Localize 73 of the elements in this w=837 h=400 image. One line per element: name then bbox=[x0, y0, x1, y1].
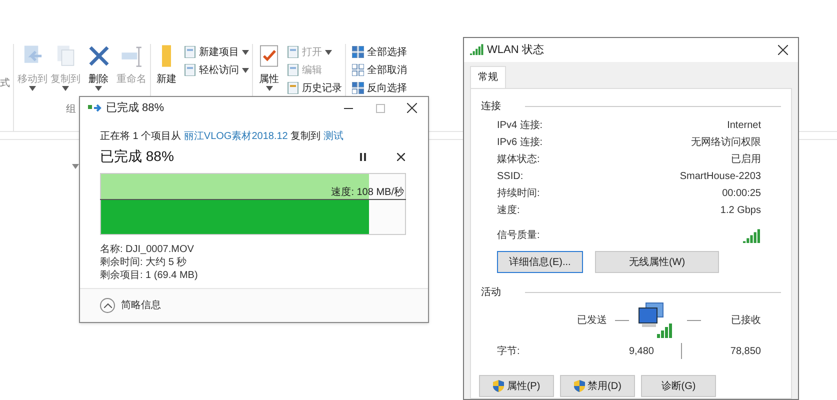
caret-icon bbox=[95, 86, 102, 91]
ribbon-button[interactable]: 属性 bbox=[256, 44, 282, 92]
property-value: 00:00:25 bbox=[722, 187, 761, 201]
ribbon-button[interactable]: 删除 bbox=[83, 44, 114, 92]
caret-icon bbox=[62, 86, 69, 91]
section-label: 连接 bbox=[481, 100, 501, 114]
source-link[interactable]: 丽江VLOG素材2018.12 bbox=[184, 131, 288, 142]
ribbon-button[interactable]: 新建 bbox=[154, 44, 179, 92]
ribbon-button[interactable]: 历史记录 bbox=[287, 80, 342, 96]
property-value: SmartHouse-2203 bbox=[680, 170, 761, 184]
detail-text: 剩余时间: 大约 5 秒 bbox=[100, 256, 188, 269]
property-label: SSID: bbox=[497, 170, 524, 184]
delete-icon bbox=[86, 44, 110, 68]
caret-icon bbox=[242, 68, 249, 72]
bytes-label: 字节: bbox=[497, 344, 521, 358]
select-none-icon bbox=[352, 64, 364, 76]
section-label: 活动 bbox=[481, 286, 501, 300]
detail-text: 名称: DJI_0007.MOV bbox=[100, 243, 195, 256]
close-icon bbox=[407, 103, 417, 113]
caret-icon bbox=[29, 86, 36, 91]
shield-icon bbox=[492, 380, 504, 392]
property-label: 持续时间: bbox=[497, 186, 540, 201]
copy-message: 正在将 1 个项目从 丽江VLOG素材2018.12 复制到 测试 bbox=[100, 130, 344, 144]
dialog-button[interactable]: 禁用(D) bbox=[560, 375, 635, 397]
wifi-signal-icon bbox=[470, 44, 484, 56]
sent-bytes: 9,480 bbox=[628, 344, 654, 358]
signal-icon bbox=[743, 228, 761, 243]
caret-icon bbox=[242, 50, 249, 54]
ribbon-button[interactable]: 反向选择 bbox=[352, 80, 407, 96]
fewer-details-label: 简略信息 bbox=[121, 298, 161, 313]
property-label: IPv6 连接: bbox=[497, 136, 543, 150]
detail-text: 剩余项目: 1 (69.4 MB) bbox=[100, 269, 199, 282]
close-icon bbox=[778, 45, 788, 55]
speed-label: 速度: 108 MB/秒 bbox=[331, 186, 404, 200]
property-label: 速度: bbox=[497, 204, 520, 218]
copy-icon bbox=[88, 103, 102, 113]
received-label: 已接收 bbox=[731, 314, 761, 328]
collapse-button[interactable] bbox=[100, 298, 115, 313]
folder-icon bbox=[162, 45, 171, 67]
property-label: 信号质量: bbox=[497, 228, 540, 243]
sent-label: 已发送 bbox=[577, 314, 607, 328]
ribbon-button[interactable]: 全部取消 bbox=[352, 62, 407, 78]
property-value: Internet bbox=[727, 119, 761, 133]
property-label: 媒体状态: bbox=[497, 152, 540, 167]
ribbon-button[interactable]: 全部选择 bbox=[352, 44, 407, 60]
chevron-up-icon bbox=[104, 303, 112, 308]
ribbon-button[interactable]: 新建项目 bbox=[184, 44, 249, 60]
select-all-icon bbox=[352, 46, 364, 58]
ribbon-label: 式 bbox=[0, 76, 11, 91]
dialog-button[interactable]: 无线属性(W) bbox=[595, 251, 719, 273]
dialog-button[interactable]: 诊断(G) bbox=[641, 375, 716, 397]
progress-heading: 已完成 88% bbox=[100, 147, 174, 166]
close-icon bbox=[397, 152, 405, 160]
property-value: 无网络访问权限 bbox=[691, 136, 761, 150]
destination-link[interactable]: 测试 bbox=[323, 131, 344, 142]
property-value: 1.2 Gbps bbox=[720, 204, 761, 218]
shield-icon bbox=[574, 380, 585, 392]
dialog-button[interactable]: 详细信息(E)... bbox=[497, 251, 583, 273]
rename-icon bbox=[120, 44, 144, 68]
caret-icon bbox=[266, 86, 272, 91]
property-label: IPv4 连接: bbox=[497, 118, 543, 133]
ribbon-button[interactable]: 轻松访问 bbox=[184, 62, 249, 78]
property-value: 已启用 bbox=[731, 152, 761, 167]
tab[interactable]: 常规 bbox=[470, 66, 506, 88]
window-title: 已完成 88% bbox=[106, 100, 164, 116]
window-title: WLAN 状态 bbox=[487, 42, 544, 58]
caret-icon bbox=[325, 50, 332, 54]
invert-selection-icon bbox=[352, 82, 364, 94]
checklist-icon bbox=[257, 44, 281, 68]
dialog-button[interactable]: 属性(P) bbox=[479, 375, 554, 397]
group-label: 组 bbox=[66, 103, 77, 117]
network-computers-icon bbox=[637, 302, 675, 338]
received-bytes: 78,850 bbox=[730, 344, 761, 358]
